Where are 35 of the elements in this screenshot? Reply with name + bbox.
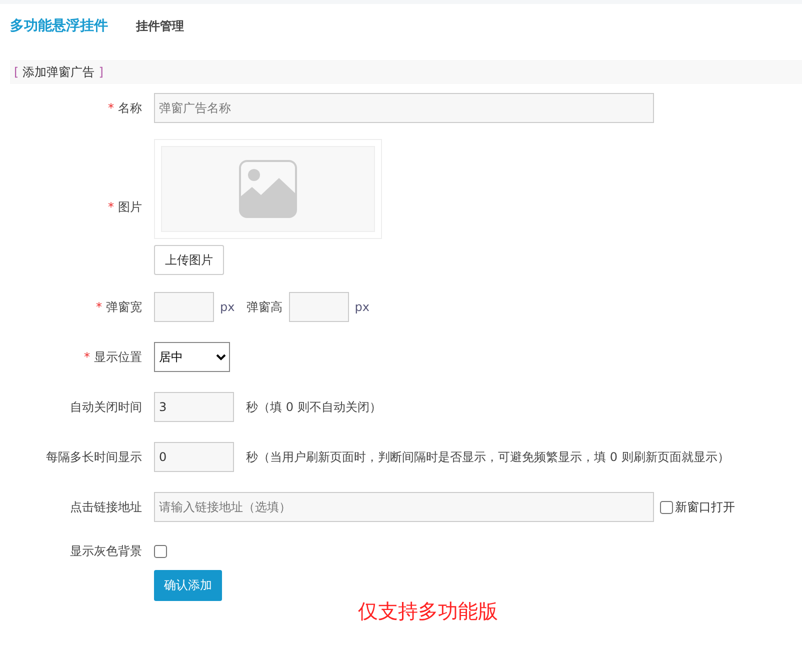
bracket: [ xyxy=(14,65,19,79)
image-placeholder-icon xyxy=(239,160,297,218)
height-field[interactable] xyxy=(288,292,349,322)
field-label: 名称 xyxy=(118,100,142,116)
required-mark: * xyxy=(108,200,114,214)
required-mark: * xyxy=(84,350,90,364)
nav-link[interactable]: 挂件管理 xyxy=(136,18,184,34)
field-label: 显示灰色背景 xyxy=(70,542,142,560)
field-label: 自动关闭时间 xyxy=(70,398,142,416)
number-field[interactable]: 3 xyxy=(154,392,234,422)
unit-label: px xyxy=(354,300,370,314)
name-field[interactable]: 弹窗广告名称 xyxy=(154,93,654,123)
field-label: 弹窗宽 xyxy=(106,298,142,316)
field-label: 每隔多长时间显示 xyxy=(46,448,142,466)
required-mark: * xyxy=(108,101,114,115)
hint-text: 秒（填 0 则不自动关闭） xyxy=(246,398,382,416)
hint-text: 秒（当用户刷新页面时，判断间隔时是否显示，可避免频繁显示，填 0 则刷新页面就显示） xyxy=(246,448,730,466)
field-label: 弹窗高 xyxy=(246,298,283,316)
section-title: 添加弹窗广告 xyxy=(22,64,95,80)
new-window-checkbox[interactable] xyxy=(660,500,673,514)
background-checkbox[interactable] xyxy=(154,544,167,558)
upload-button[interactable]: 上传图片 xyxy=(154,245,224,275)
page-title: 多功能悬浮挂件 xyxy=(10,17,108,35)
checkbox-label: 新窗口打开 xyxy=(675,498,735,516)
notice-text: 仅支持多功能版 xyxy=(358,598,498,625)
position-select[interactable]: 居中 xyxy=(154,342,230,372)
field-label: 点击链接地址 xyxy=(70,498,142,516)
required-mark: * xyxy=(96,300,102,314)
number-field[interactable]: 0 xyxy=(154,442,234,472)
width-field[interactable] xyxy=(154,292,214,322)
unit-label: px xyxy=(220,300,235,314)
link-field[interactable]: 请输入链接地址（选填） xyxy=(154,492,654,522)
field-label: 图片 xyxy=(118,198,142,216)
field-label: 显示位置 xyxy=(94,348,142,366)
bracket: ] xyxy=(98,65,104,79)
